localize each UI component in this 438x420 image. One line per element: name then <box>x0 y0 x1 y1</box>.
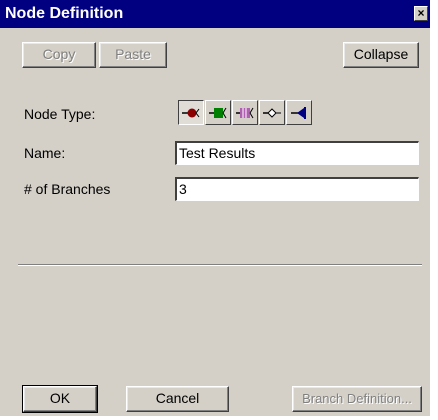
branches-field-value: 3 <box>179 181 187 197</box>
node-type-label: Node Type: <box>24 106 96 122</box>
name-field[interactable]: Test Results <box>175 141 419 165</box>
node-type-decision-button[interactable] <box>205 100 231 125</box>
name-label: Name: <box>24 145 66 161</box>
close-button[interactable]: × <box>414 6 428 21</box>
ok-button[interactable]: OK <box>22 385 98 413</box>
node-type-chance-button[interactable] <box>178 100 204 125</box>
ok-button-label: OK <box>49 390 71 406</box>
node-type-terminal-button[interactable] <box>286 100 312 125</box>
branches-label: # of Branches <box>24 181 111 197</box>
node-definition-dialog: Node Definition × Copy Paste Collapse No… <box>0 0 430 416</box>
node-type-markov-button[interactable] <box>232 100 258 125</box>
copy-button-label: Copy <box>42 46 76 62</box>
cancel-button[interactable]: Cancel <box>126 386 229 412</box>
logic-node-icon <box>263 108 281 118</box>
separator-line <box>18 264 422 266</box>
name-field-value: Test Results <box>179 145 256 161</box>
close-icon: × <box>417 6 425 20</box>
node-type-logic-button[interactable] <box>259 100 285 125</box>
paste-button[interactable]: Paste <box>99 42 167 68</box>
collapse-button-label: Collapse <box>353 46 409 62</box>
title-bar[interactable]: Node Definition × <box>0 0 430 28</box>
collapse-button[interactable]: Collapse <box>343 42 419 68</box>
branch-definition-button[interactable]: Branch Definition... <box>292 386 422 412</box>
cancel-button-label: Cancel <box>155 390 200 406</box>
paste-button-label: Paste <box>115 46 151 62</box>
markov-node-icon <box>236 107 254 119</box>
window-title: Node Definition <box>5 5 124 22</box>
chance-node-icon <box>182 108 200 118</box>
decision-node-icon <box>209 107 227 119</box>
branches-field[interactable]: 3 <box>175 177 419 201</box>
terminal-node-icon <box>291 107 306 119</box>
branch-definition-button-label: Branch Definition... <box>302 391 412 406</box>
copy-button[interactable]: Copy <box>22 42 96 68</box>
